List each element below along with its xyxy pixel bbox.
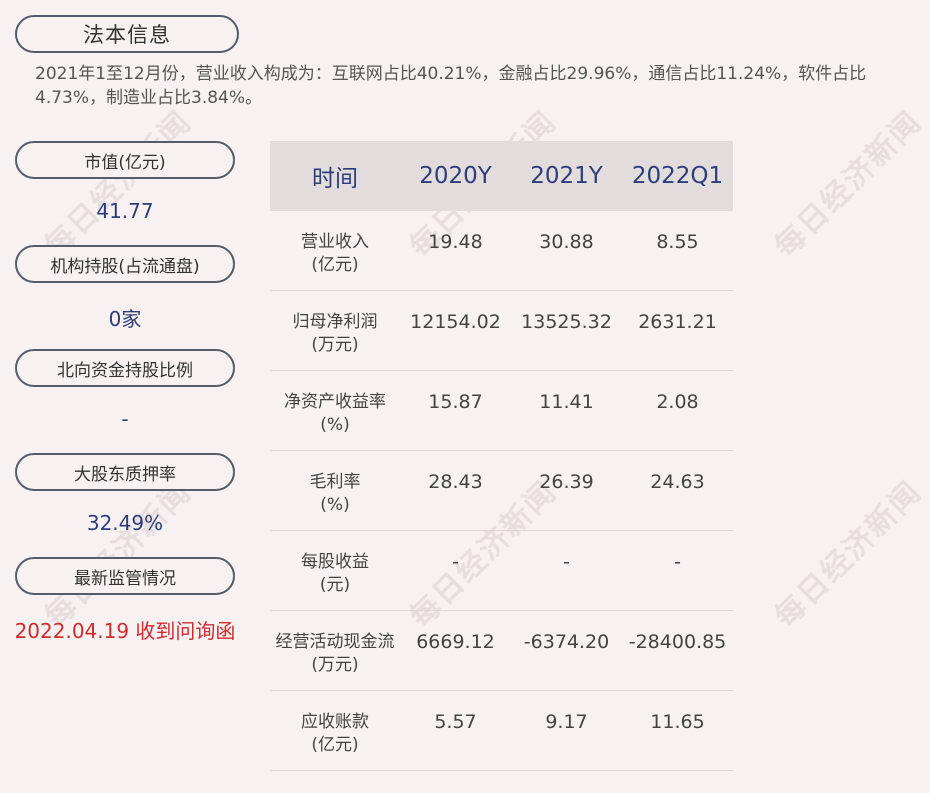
watermark: 每日经济新闻 (768, 474, 929, 635)
row-label-name: 经营活动现金流 (275, 632, 395, 652)
northbound-ratio-value: - (121, 407, 129, 431)
table-row: 净资产收益率 (%) 15.87 11.41 2.08 (270, 371, 733, 451)
row-label-unit: (%) (320, 495, 350, 515)
column-header-2022q1: 2022Q1 (631, 163, 724, 189)
row-label-unit: (元) (319, 575, 351, 595)
table-cell: 30.88 (539, 231, 594, 253)
financial-table: 时间 2020Y 2021Y 2022Q1 营业收入 (亿元) 19.48 30… (270, 141, 733, 771)
table-cell: 28.43 (428, 471, 483, 493)
company-name-title: 法本信息 (15, 15, 239, 53)
table-cell: -28400.85 (628, 631, 727, 653)
column-header-2021y: 2021Y (530, 163, 603, 189)
table-row: 营业收入 (亿元) 19.48 30.88 8.55 (270, 211, 733, 291)
table-cell: 11.65 (650, 711, 705, 733)
row-label-name: 应收账款 (301, 712, 369, 732)
watermark: 每日经济新闻 (38, 474, 199, 635)
row-label-name: 毛利率 (309, 472, 361, 492)
table-cell: 24.63 (650, 471, 705, 493)
table-cell: 2.08 (656, 391, 699, 413)
column-header-time: 时间 (312, 166, 358, 192)
row-label: 营业收入 (亿元) (270, 231, 400, 290)
market-cap-label: 市值(亿元) (15, 141, 235, 179)
table-cell: - (452, 551, 459, 573)
table-cell: 11.41 (539, 391, 594, 413)
pledge-ratio-label: 大股东质押率 (15, 453, 235, 491)
table-cell: 15.87 (428, 391, 483, 413)
row-label-unit: (亿元) (311, 255, 359, 275)
row-label-unit: (万元) (311, 655, 359, 675)
table-cell: 9.17 (545, 711, 588, 733)
institutional-holding-value: 0家 (108, 307, 142, 331)
institutional-holding-label: 机构持股(占流通盘) (15, 245, 235, 283)
table-cell: 13525.32 (521, 311, 612, 333)
row-label: 应收账款 (亿元) (270, 711, 400, 770)
table-row: 经营活动现金流 (万元) 6669.12 -6374.20 -28400.85 (270, 611, 733, 691)
table-row: 应收账款 (亿元) 5.57 9.17 11.65 (270, 691, 733, 771)
row-label-unit: (亿元) (311, 735, 359, 755)
table-cell: 8.55 (656, 231, 699, 253)
table-cell: 6669.12 (416, 631, 495, 653)
column-header-2020y: 2020Y (419, 163, 492, 189)
table-cell: 26.39 (539, 471, 594, 493)
table-cell: -6374.20 (523, 631, 610, 653)
pledge-ratio-value: 32.49% (86, 511, 164, 535)
row-label-name: 归母净利润 (292, 312, 378, 332)
row-label: 净资产收益率 (%) (270, 391, 400, 450)
table-cell: 19.48 (428, 231, 483, 253)
regulatory-status-value: 2022.04.19 收到问询函 (14, 619, 236, 643)
row-label-name: 净资产收益率 (284, 392, 386, 412)
market-cap-value: 41.77 (96, 199, 154, 223)
row-label: 归母净利润 (万元) (270, 311, 400, 370)
row-label-name: 每股收益 (301, 552, 369, 572)
row-label: 每股收益 (元) (270, 551, 400, 610)
row-label: 毛利率 (%) (270, 471, 400, 530)
table-row: 归母净利润 (万元) 12154.02 13525.32 2631.21 (270, 291, 733, 371)
row-label-name: 营业收入 (301, 232, 369, 252)
table-cell: 5.57 (434, 711, 477, 733)
row-label-unit: (万元) (311, 335, 359, 355)
revenue-composition-summary: 2021年1至12月份，营业收入构成为：互联网占比40.21%，金融占比29.9… (35, 64, 867, 108)
watermark: 每日经济新闻 (768, 104, 929, 265)
row-label-unit: (%) (320, 415, 350, 435)
table-cell: - (563, 551, 570, 573)
watermark: 每日经济新闻 (38, 104, 199, 265)
row-label: 经营活动现金流 (万元) (270, 631, 400, 690)
northbound-ratio-label: 北向资金持股比例 (15, 349, 235, 387)
table-row: 毛利率 (%) 28.43 26.39 24.63 (270, 451, 733, 531)
regulatory-status-label: 最新监管情况 (15, 557, 235, 595)
table-row: 每股收益 (元) - - - (270, 531, 733, 611)
table-cell: 2631.21 (638, 311, 717, 333)
table-cell: - (674, 551, 681, 573)
table-cell: 12154.02 (410, 311, 501, 333)
table-header: 时间 2020Y 2021Y 2022Q1 (270, 141, 733, 211)
